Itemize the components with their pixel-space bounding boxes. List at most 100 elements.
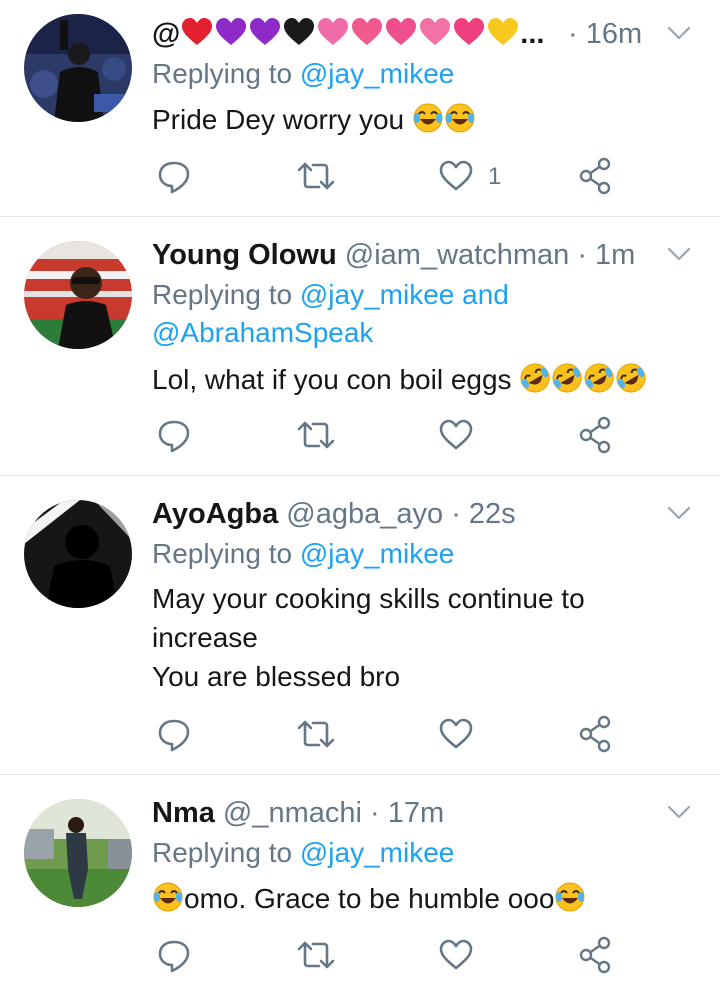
replying-and: and: [462, 279, 509, 310]
heart-icon: [439, 419, 473, 450]
timestamp[interactable]: · 16m: [568, 18, 642, 50]
display-name[interactable]: AyoAgba: [152, 498, 278, 530]
display-name[interactable]: @: [152, 18, 180, 50]
growing-heart-emoji: [454, 18, 485, 45]
handle[interactable]: @_nmachi: [223, 797, 362, 829]
text-line: May your cooking skills continue to: [152, 583, 585, 614]
reply-icon: [158, 719, 190, 752]
timestamp[interactable]: · 1m: [577, 239, 635, 271]
tweet-4[interactable]: Nma @_nmachi · 17m Replying to @jay_mike…: [0, 775, 720, 984]
avatar-image: [24, 241, 132, 349]
retweet-icon: [297, 941, 335, 969]
handle[interactable]: @agba_ayo: [286, 498, 443, 530]
like-button[interactable]: [438, 714, 474, 758]
display-name[interactable]: Young Olowu: [152, 239, 337, 271]
share-icon: [579, 715, 611, 753]
chevron-down-icon[interactable]: [666, 504, 692, 522]
yellow-heart-emoji: [488, 18, 519, 45]
heart-icon: [439, 718, 473, 749]
replying-prefix: Replying to: [152, 58, 293, 89]
replying-to: Replying to @jay_mikee and @AbrahamSpeak: [152, 276, 509, 352]
laughing-emoji: [554, 882, 586, 914]
timestamp[interactable]: · 17m: [370, 797, 444, 829]
rofl-emoji-group: [519, 363, 647, 395]
red-heart-emoji: [182, 18, 213, 45]
heart-with-ribbon-emoji: [352, 18, 383, 45]
like-count: 1: [488, 163, 502, 190]
share-icon: [579, 936, 611, 974]
retweet-button[interactable]: [296, 415, 336, 459]
name-ellipsis: ...: [520, 18, 545, 50]
share-icon: [579, 416, 611, 454]
share-button[interactable]: [578, 415, 614, 459]
mention-link[interactable]: @jay_mikee: [300, 279, 454, 310]
reply-button[interactable]: [156, 156, 192, 200]
share-button[interactable]: [578, 935, 614, 979]
retweet-button[interactable]: [296, 714, 336, 758]
replying-to: Replying to @jay_mikee: [152, 834, 454, 872]
reply-icon: [158, 420, 190, 453]
share-button[interactable]: [578, 714, 614, 758]
avatar[interactable]: [24, 14, 132, 122]
chevron-down-icon[interactable]: [666, 24, 692, 42]
retweet-button[interactable]: [296, 156, 336, 200]
mention-link[interactable]: @AbrahamSpeak: [152, 317, 373, 348]
reply-button[interactable]: [156, 714, 192, 758]
mention-link[interactable]: @jay_mikee: [300, 837, 454, 868]
replying-prefix: Replying to: [152, 837, 293, 868]
rofl-emoji: [520, 363, 550, 393]
tweet-3[interactable]: AyoAgba @agba_ayo · 22s Replying to @jay…: [0, 476, 720, 774]
tweet-time: · 16m: [568, 16, 642, 52]
replying-prefix: Replying to: [152, 279, 293, 310]
avatar[interactable]: [24, 500, 132, 608]
revolving-hearts-emoji: [420, 18, 451, 45]
reply-button[interactable]: [156, 415, 192, 459]
tears-of-joy-emoji: [413, 103, 443, 133]
share-button[interactable]: [578, 156, 614, 200]
display-name[interactable]: Nma: [152, 797, 215, 829]
tweet-actions: [0, 415, 720, 459]
avatar[interactable]: [24, 241, 132, 349]
black-heart-emoji: [284, 18, 315, 45]
like-button[interactable]: [438, 935, 474, 979]
replying-to: Replying to @jay_mikee: [152, 535, 454, 573]
tweet-actions: 1: [0, 156, 720, 200]
laughing-emoji-group: [412, 103, 476, 135]
tweet-header: Young Olowu @iam_watchman · 1m: [152, 237, 635, 273]
chevron-down-icon[interactable]: [666, 245, 692, 263]
purple-heart-emoji: [250, 18, 281, 45]
rofl-emoji: [616, 363, 646, 393]
retweet-icon: [297, 720, 335, 748]
heart-icon: [439, 939, 473, 970]
tweet-text: Pride Dey worry you: [152, 100, 476, 139]
laughing-emoji: [152, 882, 184, 914]
tears-of-joy-emoji: [555, 882, 585, 912]
tweet-text: Lol, what if you con boil eggs: [152, 360, 647, 399]
chevron-down-icon[interactable]: [666, 803, 692, 821]
retweet-button[interactable]: [296, 935, 336, 979]
tweet-1[interactable]: @... · 16m Replying to @jay_mikee Pride …: [0, 0, 720, 216]
text-line: omo. Grace to be humble ooo: [152, 879, 586, 918]
tweet-text: omo. Grace to be humble ooo: [152, 879, 586, 918]
tweet-2[interactable]: Young Olowu @iam_watchman · 1m Replying …: [0, 217, 720, 475]
reply-button[interactable]: [156, 935, 192, 979]
tears-of-joy-emoji: [445, 103, 475, 133]
mention-link[interactable]: @jay_mikee: [300, 538, 454, 569]
timestamp[interactable]: · 22s: [451, 498, 515, 530]
purple-heart-emoji: [216, 18, 247, 45]
tweet-actions: [0, 714, 720, 758]
tweet-text: May your cooking skills continue to incr…: [152, 579, 585, 696]
tweet-actions: [0, 935, 720, 979]
avatar-image: [24, 14, 132, 122]
handle[interactable]: @iam_watchman: [345, 239, 569, 271]
rofl-emoji: [584, 363, 614, 393]
avatar[interactable]: [24, 799, 132, 907]
retweet-icon: [297, 162, 335, 190]
like-button[interactable]: [438, 156, 474, 200]
two-hearts-emoji: [386, 18, 417, 45]
mention-link[interactable]: @jay_mikee: [300, 58, 454, 89]
sparkling-heart-emoji: [318, 18, 349, 45]
like-button[interactable]: [438, 415, 474, 459]
avatar-image: [24, 500, 132, 608]
avatar-image: [24, 799, 132, 907]
